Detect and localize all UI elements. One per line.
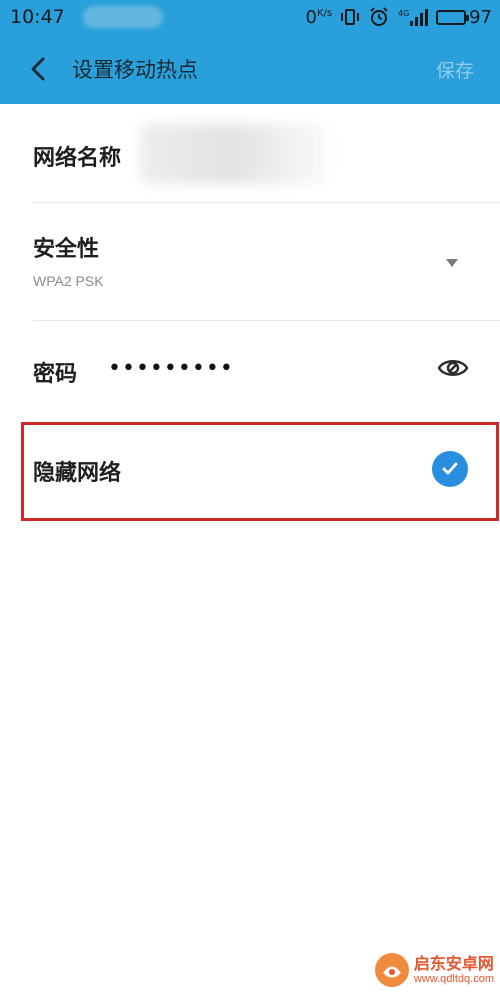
network-name-field[interactable] (140, 124, 325, 184)
status-bar: 10:47 0K/s 4G 97 (0, 0, 500, 34)
security-row[interactable]: 安全性 WPA2 PSK (0, 203, 500, 320)
watermark-url: www.qdltdq.com (413, 972, 494, 985)
back-button[interactable] (8, 34, 68, 104)
password-field[interactable]: ••••••••• (108, 356, 234, 381)
app-bar: 设置移动热点 保存 (0, 34, 500, 104)
password-label: 密码 (33, 362, 78, 387)
network-speed: 0K/s (306, 7, 333, 28)
network-name-row: 网络名称 (0, 104, 500, 202)
svg-text:4G: 4G (398, 9, 409, 18)
battery-indicator: 97 (436, 7, 492, 28)
status-time: 10:47 (10, 6, 65, 28)
network-name-label: 网络名称 (33, 146, 122, 171)
network-speed-unit: K/s (316, 7, 333, 19)
password-row: 密码 ••••••••• (0, 321, 500, 421)
dropdown-arrow-icon[interactable] (446, 259, 458, 267)
alarm-icon (368, 6, 390, 28)
network-speed-value: 0 (305, 6, 317, 28)
status-left: 10:47 (10, 6, 163, 28)
status-right: 0K/s 4G 97 (306, 6, 493, 28)
check-icon (442, 462, 458, 475)
vibrate-icon (340, 7, 360, 27)
save-button[interactable]: 保存 (436, 56, 474, 83)
battery-percent: 97 (469, 6, 492, 28)
watermark-logo-icon (374, 953, 409, 987)
page-title: 设置移动热点 (72, 58, 198, 82)
watermark-text: 启东安卓网 www.qdltdq.com (414, 955, 494, 985)
hide-network-row[interactable]: 隐藏网络 (0, 421, 500, 521)
security-label: 安全性 (33, 237, 100, 262)
battery-icon (436, 9, 470, 25)
signal-icon: 4G (398, 7, 429, 27)
hide-network-label: 隐藏网络 (33, 461, 122, 486)
status-blurred-region (82, 6, 163, 28)
security-value: WPA2 PSK (33, 273, 104, 289)
watermark: 启东安卓网 www.qdltdq.com (374, 952, 494, 988)
eye-icon[interactable] (436, 351, 470, 385)
hide-network-checkbox[interactable] (432, 451, 468, 487)
watermark-title: 启东安卓网 (413, 954, 494, 974)
chevron-left-icon (31, 57, 45, 81)
